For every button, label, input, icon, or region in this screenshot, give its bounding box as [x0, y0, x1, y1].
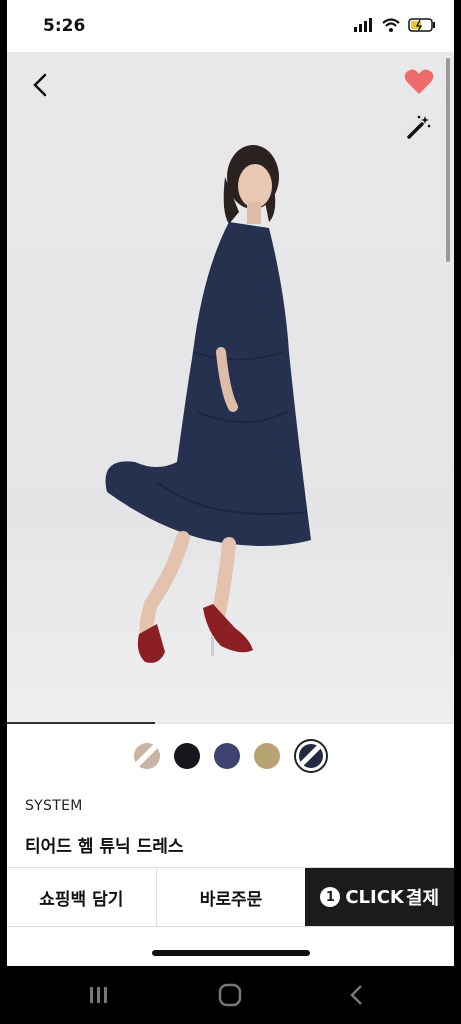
signal-icon: [354, 18, 372, 32]
color-swatch[interactable]: [173, 743, 200, 769]
heart-icon[interactable]: [404, 68, 434, 96]
status-bar: 5:26: [7, 0, 454, 52]
status-icons: [354, 18, 436, 32]
action-bar: 쇼핑백 담기 바로주문 1 CLICK 결제: [7, 867, 454, 927]
scrollbar[interactable]: [446, 58, 450, 262]
one-click-label: 1 CLICK 결제: [320, 884, 439, 910]
brand-name: SYSTEM: [25, 798, 83, 814]
recent-apps-icon[interactable]: [86, 982, 112, 1008]
android-nav-bar: [0, 966, 461, 1024]
one-click-badge: 1: [320, 887, 341, 907]
status-time: 5:26: [43, 16, 86, 36]
one-click-text: CLICK: [345, 886, 404, 908]
app-screen: 5:26 SYSTEM 티어드 헴 튜닉 드레스 쇼핑백 담기 바로주문 1 C…: [7, 0, 454, 966]
color-swatch-fill: [298, 744, 323, 768]
home-indicator: [152, 950, 310, 956]
color-swatch[interactable]: [293, 739, 328, 773]
image-progress-track: [7, 722, 454, 724]
color-swatch[interactable]: [253, 743, 280, 769]
wifi-icon: [382, 18, 400, 32]
battery-icon: [408, 18, 435, 32]
product-image[interactable]: [7, 52, 454, 722]
one-click-pay-button[interactable]: 1 CLICK 결제: [305, 868, 454, 926]
add-to-bag-button[interactable]: 쇼핑백 담기: [7, 868, 156, 926]
magic-wand-icon[interactable]: [406, 114, 432, 140]
back-icon[interactable]: [25, 70, 55, 100]
buy-now-button[interactable]: 바로주문: [155, 868, 306, 926]
color-swatch[interactable]: [213, 743, 240, 769]
color-swatches: [7, 736, 454, 776]
product-name: 티어드 헴 튜닉 드레스: [25, 837, 184, 857]
color-swatch[interactable]: [133, 743, 160, 769]
home-icon[interactable]: [217, 982, 243, 1008]
nav-back-icon[interactable]: [344, 982, 370, 1008]
model-dress-figure: [105, 145, 311, 663]
one-click-pay-text: 결제: [405, 888, 440, 909]
image-progress-fill: [7, 722, 155, 724]
